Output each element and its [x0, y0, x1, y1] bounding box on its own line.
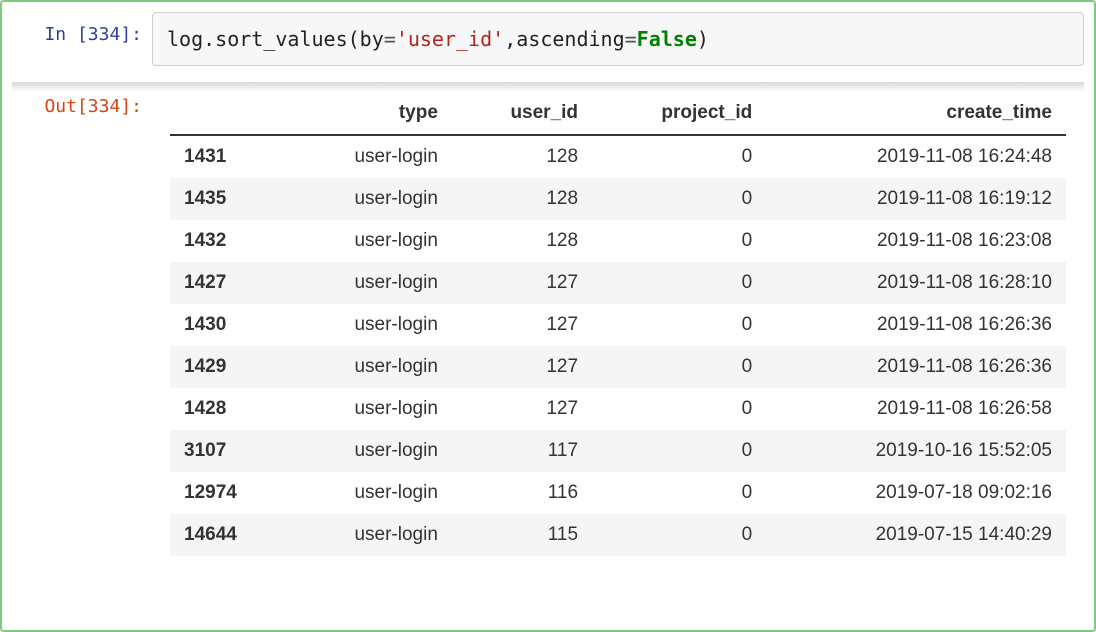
cell-type: user-login [289, 388, 452, 430]
row-index: 1430 [170, 304, 289, 346]
cell-type: user-login [289, 346, 452, 388]
cell-create_time: 2019-11-08 16:26:36 [766, 304, 1066, 346]
cell-type: user-login [289, 472, 452, 514]
notebook-cell: In [334]: log.sort_values(by='user_id',a… [0, 0, 1096, 632]
table-row: 1432user-login12802019-11-08 16:23:08 [170, 220, 1066, 262]
cell-project_id: 0 [592, 135, 766, 178]
code-input[interactable]: log.sort_values(by='user_id',ascending=F… [152, 12, 1084, 66]
cell-user_id: 115 [452, 514, 592, 556]
code-token-str: 'user_id' [396, 27, 504, 51]
in-prefix: In [ [44, 24, 87, 45]
row-index: 1432 [170, 220, 289, 262]
cell-user_id: 116 [452, 472, 592, 514]
cell-type: user-login [289, 514, 452, 556]
cell-user_id: 127 [452, 304, 592, 346]
row-index: 1428 [170, 388, 289, 430]
cell-user_id: 127 [452, 262, 592, 304]
row-index: 12974 [170, 472, 289, 514]
code-token-lparen: ( [348, 27, 360, 51]
row-index: 1431 [170, 135, 289, 178]
cell-create_time: 2019-07-15 14:40:29 [766, 514, 1066, 556]
cell-project_id: 0 [592, 430, 766, 472]
cell-project_id: 0 [592, 178, 766, 220]
cell-create_time: 2019-11-08 16:19:12 [766, 178, 1066, 220]
input-area: In [334]: log.sort_values(by='user_id',a… [2, 2, 1094, 66]
cell-type: user-login [289, 262, 452, 304]
table-body: 1431user-login12802019-11-08 16:24:48143… [170, 135, 1066, 556]
col-head-project-id: project_id [592, 92, 766, 135]
cell-type: user-login [289, 430, 452, 472]
cell-user_id: 128 [452, 135, 592, 178]
cell-user_id: 127 [452, 388, 592, 430]
table-row: 14644user-login11502019-07-15 14:40:29 [170, 514, 1066, 556]
col-head-user-id: user_id [452, 92, 592, 135]
output-prompt: Out[334]: [12, 84, 152, 118]
cell-project_id: 0 [592, 346, 766, 388]
code-token-ident: log [167, 27, 203, 51]
cell-create_time: 2019-07-18 09:02:16 [766, 472, 1066, 514]
table-row: 1431user-login12802019-11-08 16:24:48 [170, 135, 1066, 178]
cell-project_id: 0 [592, 472, 766, 514]
row-index: 1435 [170, 178, 289, 220]
out-exec-count: 334 [88, 96, 121, 117]
code-token-eq: = [384, 27, 396, 51]
table-row: 1435user-login12802019-11-08 16:19:12 [170, 178, 1066, 220]
input-prompt: In [334]: [12, 12, 152, 66]
output-area: Out[334]: type user_id project_id create… [2, 84, 1094, 566]
cell-user_id: 128 [452, 178, 592, 220]
cell-user_id: 127 [452, 346, 592, 388]
code-token-kw-asc: ascending [516, 27, 624, 51]
cell-create_time: 2019-11-08 16:26:36 [766, 346, 1066, 388]
cell-create_time: 2019-11-08 16:26:58 [766, 388, 1066, 430]
code-token-eq2: = [625, 27, 637, 51]
table-row: 1429user-login12702019-11-08 16:26:36 [170, 346, 1066, 388]
code-token-kw-by: by [360, 27, 384, 51]
cell-type: user-login [289, 178, 452, 220]
in-suffix: ]: [120, 24, 142, 45]
row-index: 14644 [170, 514, 289, 556]
col-head-index [170, 92, 289, 135]
cell-project_id: 0 [592, 514, 766, 556]
code-token-method: sort_values [215, 27, 347, 51]
cell-user_id: 128 [452, 220, 592, 262]
cell-type: user-login [289, 304, 452, 346]
cell-type: user-login [289, 220, 452, 262]
code-token-comma: , [504, 27, 516, 51]
cell-create_time: 2019-11-08 16:23:08 [766, 220, 1066, 262]
cell-project_id: 0 [592, 304, 766, 346]
row-index: 3107 [170, 430, 289, 472]
table-header-row: type user_id project_id create_time [170, 92, 1066, 135]
out-prefix: Out[ [44, 96, 87, 117]
table-row: 1428user-login12702019-11-08 16:26:58 [170, 388, 1066, 430]
dataframe-table: type user_id project_id create_time 1431… [170, 92, 1066, 556]
table-row: 12974user-login11602019-07-18 09:02:16 [170, 472, 1066, 514]
cell-type: user-login [289, 135, 452, 178]
table-row: 1427user-login12702019-11-08 16:28:10 [170, 262, 1066, 304]
cell-project_id: 0 [592, 220, 766, 262]
in-exec-count: 334 [88, 24, 121, 45]
output-body: type user_id project_id create_time 1431… [152, 84, 1084, 556]
cell-project_id: 0 [592, 262, 766, 304]
col-head-type: type [289, 92, 452, 135]
table-row: 1430user-login12702019-11-08 16:26:36 [170, 304, 1066, 346]
code-token-dot: . [203, 27, 215, 51]
cell-project_id: 0 [592, 388, 766, 430]
row-index: 1427 [170, 262, 289, 304]
out-suffix: ]: [120, 96, 142, 117]
code-token-bool: False [637, 27, 697, 51]
output-cell: Out[334]: type user_id project_id create… [2, 84, 1094, 566]
cell-user_id: 117 [452, 430, 592, 472]
input-cell: In [334]: log.sort_values(by='user_id',a… [2, 2, 1094, 66]
col-head-create-time: create_time [766, 92, 1066, 135]
cell-create_time: 2019-10-16 15:52:05 [766, 430, 1066, 472]
table-header: type user_id project_id create_time [170, 92, 1066, 135]
cell-create_time: 2019-11-08 16:28:10 [766, 262, 1066, 304]
row-index: 1429 [170, 346, 289, 388]
table-row: 3107user-login11702019-10-16 15:52:05 [170, 430, 1066, 472]
cell-create_time: 2019-11-08 16:24:48 [766, 135, 1066, 178]
code-token-rparen: ) [697, 27, 709, 51]
